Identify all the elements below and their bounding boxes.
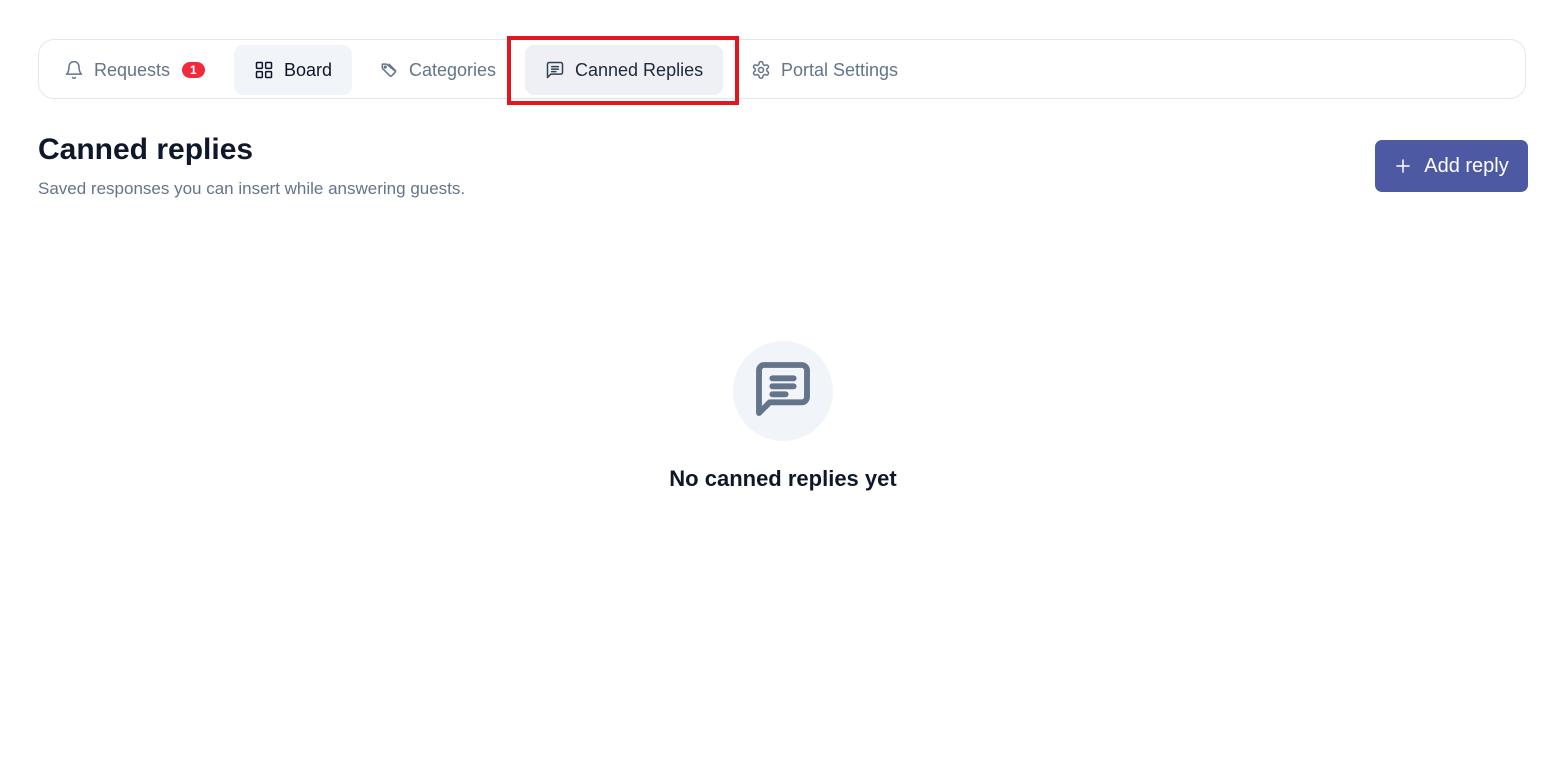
tag-icon	[379, 60, 399, 80]
tab-canned-replies-label: Canned Replies	[575, 59, 704, 80]
tab-portal-settings[interactable]: Portal Settings	[731, 45, 918, 95]
page-subtitle: Saved responses you can insert while ans…	[38, 179, 466, 198]
tab-bar: Requests 1 Board Categories Canned Repli…	[38, 39, 1526, 99]
add-reply-button[interactable]: Add reply	[1375, 140, 1528, 192]
tab-canned-replies[interactable]: Canned Replies	[525, 45, 724, 95]
tab-categories-label: Categories	[409, 59, 497, 80]
tab-board[interactable]: Board	[234, 45, 353, 95]
gear-icon	[751, 60, 771, 80]
tab-requests-label: Requests	[94, 59, 171, 80]
grid-icon	[254, 60, 274, 80]
empty-state-message: No canned replies yet	[669, 466, 897, 491]
message-square-text-icon	[751, 357, 815, 426]
tab-categories[interactable]: Categories	[359, 45, 516, 95]
plus-icon	[1394, 157, 1412, 175]
add-reply-label: Add reply	[1424, 154, 1509, 177]
bell-icon	[64, 60, 84, 80]
empty-state-icon-circle	[733, 341, 833, 441]
message-square-text-icon	[545, 60, 565, 80]
tab-portal-settings-label: Portal Settings	[781, 59, 899, 80]
tab-requests[interactable]: Requests 1	[44, 45, 225, 95]
page-title: Canned replies	[38, 133, 254, 166]
tab-board-label: Board	[284, 59, 333, 80]
requests-count-badge: 1	[182, 62, 205, 78]
